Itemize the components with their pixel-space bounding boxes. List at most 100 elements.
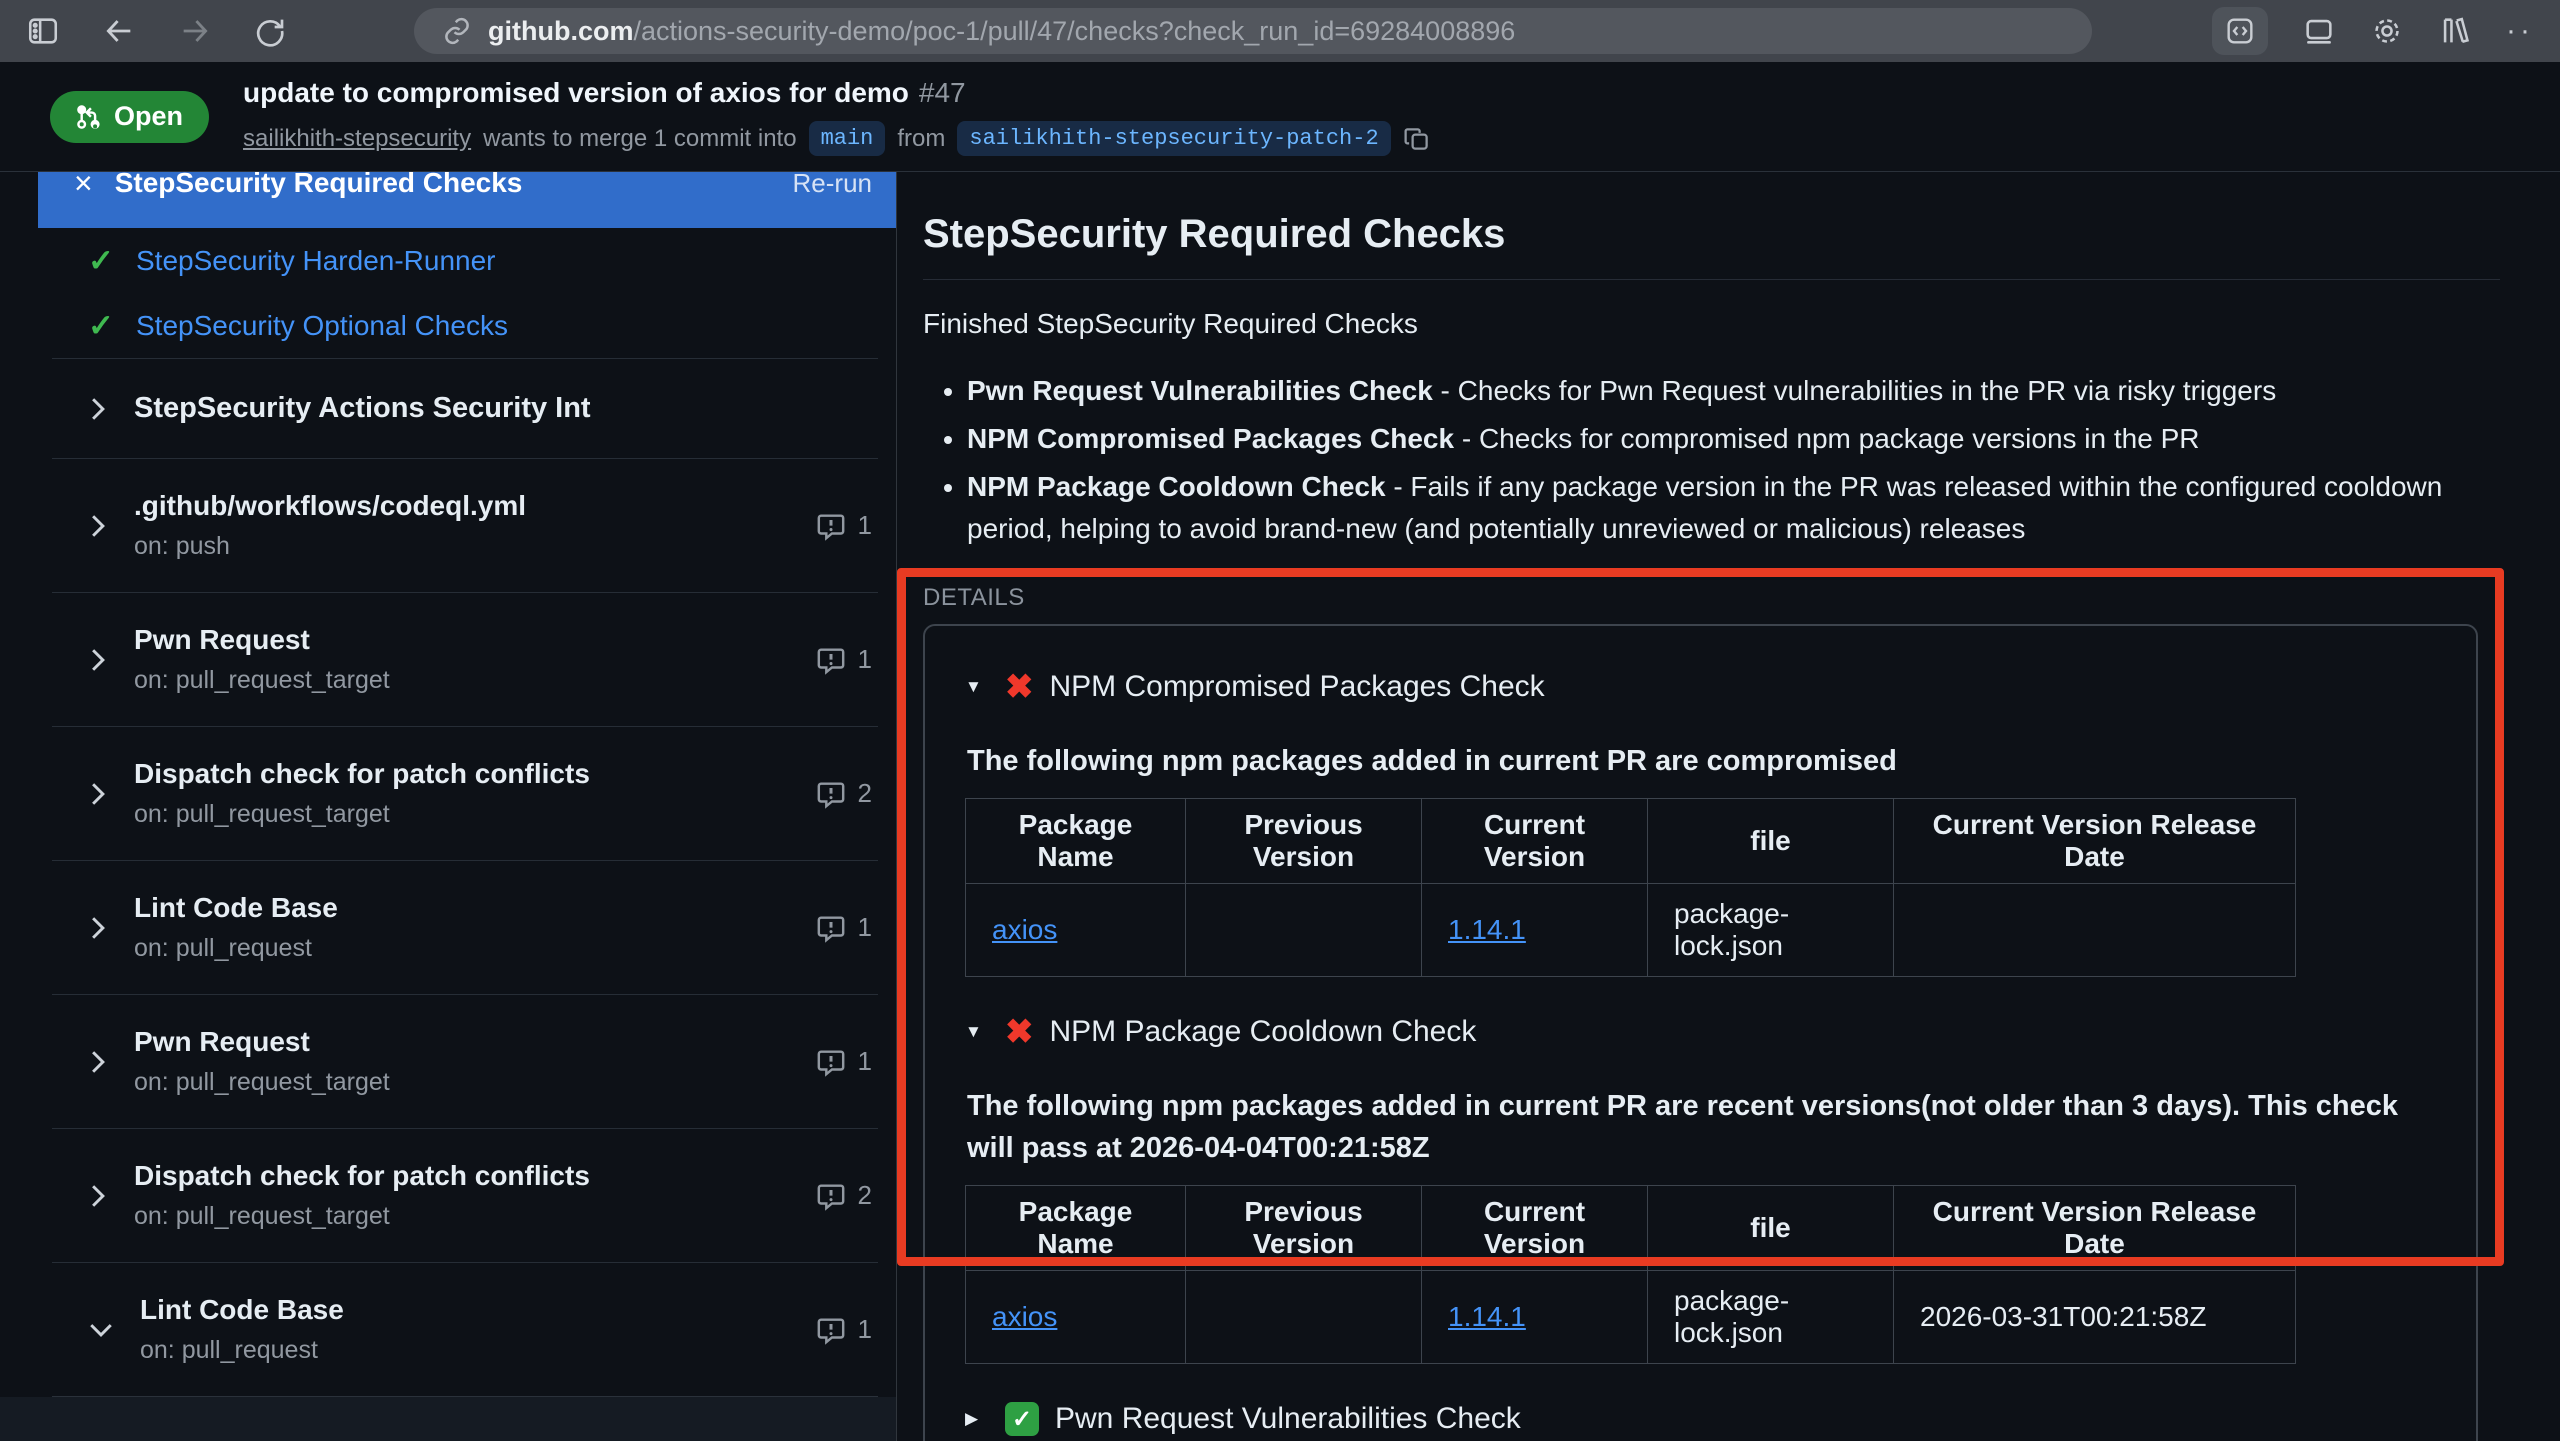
table-header-row: Package Name Previous Version Current Ve… (966, 799, 2296, 884)
workflow-trigger: on: pull_request_target (134, 1202, 790, 1231)
workflow-title: Dispatch check for patch conflicts (134, 1160, 790, 1192)
sidebar-workflow-pwn-request-2[interactable]: Pwn Request on: pull_request_target 1 (52, 995, 878, 1128)
workflow-trigger: on: push (134, 532, 790, 561)
checks-sidebar: × StepSecurity Required Checks Re-run ✓ … (0, 172, 897, 1441)
annotation-count: 1 (858, 1314, 872, 1345)
reload-icon[interactable] (254, 15, 286, 47)
pass-check-icon: ✓ (1005, 1402, 1039, 1436)
copy-branch-icon[interactable] (1403, 125, 1431, 153)
col-header: Previous Version (1186, 1186, 1422, 1271)
version-link[interactable]: 1.14.1 (1448, 914, 1526, 945)
workflow-title: Lint Code Base (134, 892, 790, 924)
sidebar-group-label: StepSecurity Actions Security Int (134, 392, 591, 425)
fail-cross-icon: ✖ (1005, 1015, 1034, 1049)
list-item: Pwn Request Vulnerabilities Check - Chec… (967, 370, 2500, 412)
workflow-trigger: on: pull_request (134, 934, 790, 963)
file-cell: package-lock.json (1648, 1271, 1894, 1364)
head-branch-label[interactable]: sailikhith-stepsecurity-patch-2 (957, 121, 1390, 156)
sidebar-workflow-dispatch-check[interactable]: Dispatch check for patch conflicts on: p… (52, 727, 878, 860)
screen-share-icon[interactable] (2302, 14, 2336, 48)
sidebar-link-label[interactable]: StepSecurity Harden-Runner (136, 245, 496, 277)
split-view-icon[interactable] (2212, 7, 2268, 55)
package-link[interactable]: axios (992, 1301, 1057, 1332)
annotation-icon (816, 1047, 846, 1077)
chevron-down-icon[interactable] (88, 1320, 114, 1340)
sidebar-item-optional-checks[interactable]: ✓ StepSecurity Optional Checks (52, 293, 878, 358)
more-menu-icon[interactable]: ·· (2506, 14, 2534, 48)
annotation-icon (816, 1315, 846, 1345)
triangle-down-icon[interactable]: ▼ (965, 1022, 989, 1042)
chevron-right-icon[interactable] (88, 1183, 108, 1209)
package-link[interactable]: axios (992, 914, 1057, 945)
forward-icon (178, 14, 212, 48)
sidebar-item-stepsecurity-required-checks[interactable]: × StepSecurity Required Checks Re-run (38, 172, 896, 228)
url-path: /actions-security-demo/poc-1/pull/47/che… (633, 16, 1515, 46)
pr-number: #47 (919, 77, 966, 108)
address-bar[interactable]: github.com/actions-security-demo/poc-1/p… (414, 8, 2092, 54)
check-status-line: Finished StepSecurity Required Checks (923, 308, 2500, 340)
library-icon[interactable] (2438, 14, 2472, 48)
annotation-icon (816, 1181, 846, 1211)
pr-merge-text: wants to merge 1 commit into (483, 125, 796, 153)
rerun-button[interactable]: Re-run (793, 172, 872, 199)
check-success-icon: ✓ (88, 308, 114, 344)
sidebar-link-label[interactable]: StepSecurity Optional Checks (136, 310, 508, 342)
release-date-cell (1894, 884, 2296, 977)
chevron-right-icon[interactable] (88, 513, 108, 539)
annotation-icon (816, 645, 846, 675)
section-npm-cooldown-toggle[interactable]: ▼ ✖ NPM Package Cooldown Check (965, 1015, 2436, 1049)
section-npm-compromised-toggle[interactable]: ▼ ✖ NPM Compromised Packages Check (965, 670, 2436, 704)
annotation-count: 1 (858, 1046, 872, 1077)
page-title: StepSecurity Required Checks (923, 212, 2500, 280)
collapse-icon[interactable]: × (74, 172, 93, 199)
section-pwn-request-toggle[interactable]: ▶ ✓ Pwn Request Vulnerabilities Check (965, 1402, 2436, 1436)
annotation-count: 1 (858, 644, 872, 675)
sidebar-group-actions-security[interactable]: StepSecurity Actions Security Int (52, 359, 878, 458)
chevron-right-icon (88, 396, 108, 422)
triangle-down-icon[interactable]: ▼ (965, 677, 989, 697)
back-icon[interactable] (102, 14, 136, 48)
pr-status-badge: Open (50, 91, 209, 143)
chevron-right-icon[interactable] (88, 915, 108, 941)
col-header: Current Version (1422, 799, 1648, 884)
base-branch-label[interactable]: main (809, 121, 886, 156)
file-cell: package-lock.json (1648, 884, 1894, 977)
workflow-trigger: on: pull_request_target (134, 666, 790, 695)
sidebar-workflow-lint-code-base-expanded[interactable]: Lint Code Base on: pull_request 1 (52, 1263, 878, 1396)
url-host: github.com (488, 16, 633, 46)
sidebar-job-run-lint[interactable]: ✓ run-lint (0, 1397, 896, 1441)
check-run-output: StepSecurity Required Checks Finished St… (897, 172, 2560, 1441)
list-item: NPM Compromised Packages Check - Checks … (967, 418, 2500, 460)
chevron-right-icon[interactable] (88, 781, 108, 807)
chevron-right-icon[interactable] (88, 1049, 108, 1075)
annotation-icon (816, 779, 846, 809)
release-date-cell: 2026-03-31T00:21:58Z (1894, 1271, 2296, 1364)
git-pull-request-icon (76, 104, 102, 130)
cooldown-packages-table: Package Name Previous Version Current Ve… (965, 1185, 2296, 1364)
sidebar-workflow-pwn-request[interactable]: Pwn Request on: pull_request_target 1 (52, 593, 878, 726)
workflow-title: Pwn Request (134, 624, 790, 656)
sidebar-item-harden-runner[interactable]: ✓ StepSecurity Harden-Runner (52, 228, 878, 293)
sidebar-toggle-icon[interactable] (26, 14, 60, 48)
col-header: Current Version Release Date (1894, 799, 2296, 884)
pr-title: update to compromised version of axios f… (243, 77, 909, 108)
details-section-label: DETAILS (923, 584, 2500, 612)
pr-author-link[interactable]: sailikhith-stepsecurity (243, 125, 471, 153)
settings-gear-icon[interactable] (2370, 14, 2404, 48)
details-panel: ▼ ✖ NPM Compromised Packages Check The f… (923, 624, 2478, 1441)
pr-status-label: Open (114, 101, 183, 132)
previous-version-cell (1186, 884, 1422, 977)
list-item: NPM Package Cooldown Check - Fails if an… (967, 466, 2500, 550)
sidebar-workflow-codeql[interactable]: .github/workflows/codeql.yml on: push 1 (52, 459, 878, 592)
triangle-right-icon[interactable]: ▶ (965, 1409, 989, 1429)
annotation-icon (816, 913, 846, 943)
section-title: NPM Package Cooldown Check (1050, 1015, 1477, 1049)
sidebar-workflow-dispatch-check-2[interactable]: Dispatch check for patch conflicts on: p… (52, 1129, 878, 1262)
pr-from-text: from (897, 125, 945, 153)
version-link[interactable]: 1.14.1 (1448, 1301, 1526, 1332)
table-row: axios 1.14.1 package-lock.json (966, 884, 2296, 977)
chevron-right-icon[interactable] (88, 647, 108, 673)
sidebar-workflow-lint-code-base[interactable]: Lint Code Base on: pull_request 1 (52, 861, 878, 994)
workflow-trigger: on: pull_request (140, 1336, 790, 1365)
link-icon (442, 16, 472, 46)
